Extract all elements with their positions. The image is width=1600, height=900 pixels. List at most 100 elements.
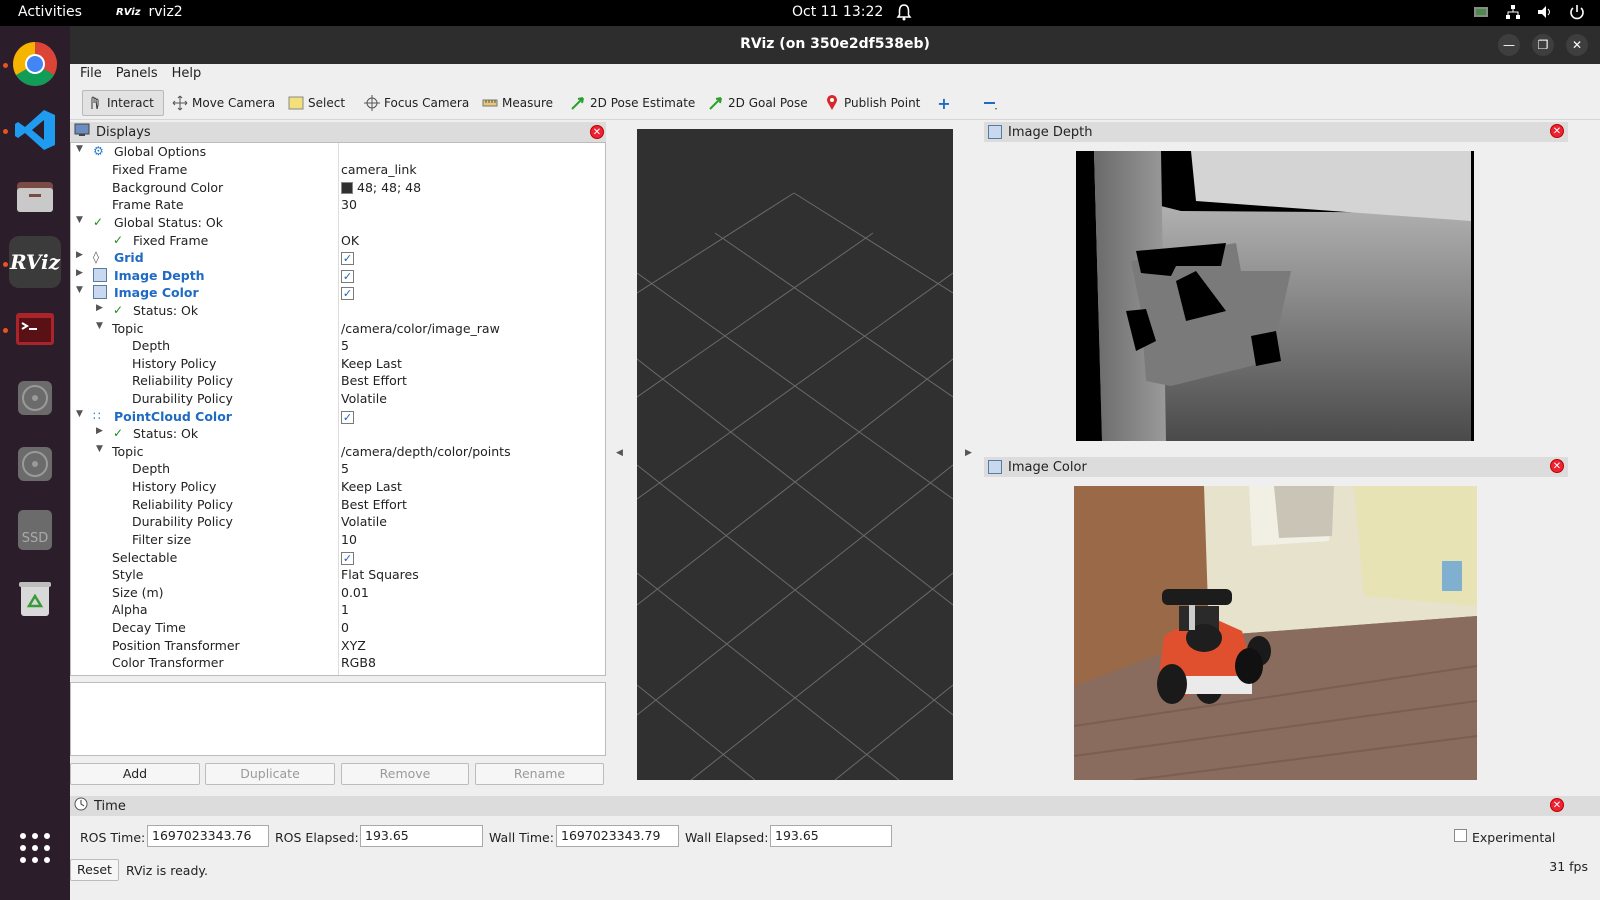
tree-row-size[interactable]: Size (m) 0.01 — [71, 585, 605, 603]
tree-row-global-options[interactable]: ▼ ⚙ Global Options — [71, 144, 605, 162]
close-icon[interactable]: ✕ — [1566, 34, 1588, 56]
tree-row-background-color[interactable]: Background Color 48; 48; 48 — [71, 180, 605, 198]
tree-row-decay[interactable]: Decay Time 0 — [71, 620, 605, 638]
tree-value[interactable]: Best Effort — [341, 497, 407, 512]
tree-value[interactable]: Volatile — [341, 514, 387, 529]
expand-arrow-icon[interactable]: ▼ — [96, 321, 103, 331]
wall-time-field[interactable]: 1697023343.79 — [556, 825, 679, 847]
tree-value[interactable]: XYZ — [341, 638, 366, 653]
window-titlebar[interactable]: RViz (on 350e2df538eb) — ❐ ✕ — [70, 26, 1600, 64]
tree-value[interactable]: 10 — [341, 532, 357, 547]
tree-value[interactable]: 1 — [341, 602, 349, 617]
tree-value[interactable]: Flat Squares — [341, 567, 419, 582]
tree-value[interactable]: /camera/depth/color/points — [341, 444, 511, 459]
tree-row-pc-reliability[interactable]: Reliability Policy Best Effort — [71, 497, 605, 515]
menu-file[interactable]: File — [80, 64, 102, 84]
collapse-arrow-icon[interactable]: ▶ — [96, 303, 103, 313]
tree-value[interactable]: 0.01 — [341, 585, 369, 600]
ssd-drive-icon[interactable]: SSD — [9, 504, 61, 556]
add-button[interactable]: Add — [70, 763, 200, 785]
tree-value[interactable]: 5 — [341, 338, 349, 353]
expand-arrow-icon[interactable]: ▼ — [96, 444, 103, 454]
3d-render-view[interactable] — [636, 129, 954, 781]
tree-value[interactable]: 5 — [341, 461, 349, 476]
expand-arrow-icon[interactable]: ▼ — [76, 215, 83, 225]
tree-row-pointcloud[interactable]: ▼ ∷ PointCloud Color ✓ — [71, 409, 605, 427]
menu-panels[interactable]: Panels — [116, 64, 158, 84]
tree-value[interactable]: /camera/color/image_raw — [341, 321, 500, 336]
tree-row-image-color-topic[interactable]: ▼ Topic /camera/color/image_raw — [71, 321, 605, 339]
collapse-arrow-icon[interactable]: ▶ — [96, 426, 103, 436]
tree-value[interactable]: 30 — [341, 197, 357, 212]
color-value[interactable]: 48; 48; 48 — [341, 180, 421, 195]
collapse-arrow-icon[interactable]: ▶ — [76, 250, 83, 260]
goal-pose-tool[interactable]: 2D Goal Pose — [704, 90, 812, 116]
experimental-checkbox[interactable] — [1454, 829, 1467, 842]
clock[interactable]: Oct 11 13:22 — [792, 4, 883, 20]
close-icon[interactable]: ✕ — [590, 125, 604, 139]
show-apps-icon[interactable] — [9, 822, 61, 874]
remove-tool-button[interactable] — [978, 90, 1002, 116]
tree-value[interactable]: camera_link — [341, 162, 417, 177]
tree-row-global-status[interactable]: ▼ ✓ Global Status: Ok — [71, 215, 605, 233]
tree-row-pc-depth[interactable]: Depth 5 — [71, 461, 605, 479]
tree-row-position-transformer[interactable]: Position Transformer XYZ — [71, 638, 605, 656]
tree-row-pointcloud-topic[interactable]: ▼ Topic /camera/depth/color/points — [71, 444, 605, 462]
reset-button[interactable]: Reset — [70, 859, 119, 881]
move-camera-tool[interactable]: Move Camera — [168, 90, 279, 116]
tree-value[interactable]: Keep Last — [341, 479, 402, 494]
tree-row-style[interactable]: Style Flat Squares — [71, 567, 605, 585]
disc-icon[interactable] — [9, 372, 61, 424]
remove-button[interactable]: Remove — [341, 763, 469, 785]
tree-value[interactable]: RGB8 — [341, 655, 376, 670]
ros-elapsed-field[interactable]: 193.65 — [360, 825, 483, 847]
vscode-icon[interactable] — [9, 104, 61, 156]
active-app-menu[interactable]: RViz rviz2 — [116, 4, 183, 20]
tree-row-fixed-frame-status[interactable]: ✓ Fixed Frame OK — [71, 233, 605, 251]
tree-row-image-depth[interactable]: ▶ Image Depth ✓ — [71, 268, 605, 286]
files-icon[interactable] — [9, 170, 61, 222]
tree-row-ic-depth[interactable]: Depth 5 — [71, 338, 605, 356]
wall-elapsed-field[interactable]: 193.65 — [770, 825, 892, 847]
screen-share-icon[interactable] — [1472, 3, 1490, 21]
tree-row-image-color[interactable]: ▼ Image Color ✓ — [71, 285, 605, 303]
tree-value[interactable]: Volatile — [341, 391, 387, 406]
maximize-icon[interactable]: ❐ — [1532, 34, 1554, 56]
grid-enabled-checkbox[interactable]: ✓ — [341, 250, 354, 265]
close-icon[interactable]: ✕ — [1550, 459, 1564, 473]
tree-value[interactable]: Best Effort — [341, 373, 407, 388]
bell-icon[interactable] — [896, 3, 912, 21]
expand-arrow-icon[interactable]: ▼ — [76, 409, 83, 419]
expand-arrow-icon[interactable]: ▼ — [76, 285, 83, 295]
tree-row-pc-history[interactable]: History Policy Keep Last — [71, 479, 605, 497]
collapse-arrow-icon[interactable]: ▶ — [76, 268, 83, 278]
tree-row-pc-filter[interactable]: Filter size 10 — [71, 532, 605, 550]
tree-row-ic-durability[interactable]: Durability Policy Volatile — [71, 391, 605, 409]
pointcloud-enabled-checkbox[interactable]: ✓ — [341, 409, 354, 424]
menu-help[interactable]: Help — [172, 64, 202, 84]
terminal-icon[interactable] — [9, 304, 61, 356]
rename-button[interactable]: Rename — [475, 763, 604, 785]
focus-camera-tool[interactable]: Focus Camera — [360, 90, 473, 116]
trash-icon[interactable] — [9, 572, 61, 624]
collapse-left-icon[interactable]: ◀ — [616, 448, 623, 458]
measure-tool[interactable]: Measure — [478, 90, 557, 116]
tree-value[interactable]: Keep Last — [341, 356, 402, 371]
collapse-right-icon[interactable]: ▶ — [965, 448, 972, 458]
tree-row-fixed-frame[interactable]: Fixed Frame camera_link — [71, 162, 605, 180]
publish-point-tool[interactable]: Publish Point — [820, 90, 924, 116]
add-tool-button[interactable]: + — [932, 90, 956, 116]
tree-row-color-transformer[interactable]: Color Transformer RGB8 — [71, 655, 605, 673]
tree-row-frame-rate[interactable]: Frame Rate 30 — [71, 197, 605, 215]
tree-value[interactable]: 0 — [341, 620, 349, 635]
power-icon[interactable] — [1568, 3, 1586, 21]
tree-row-ic-reliability[interactable]: Reliability Policy Best Effort — [71, 373, 605, 391]
tree-row-alpha[interactable]: Alpha 1 — [71, 602, 605, 620]
tree-row-pointcloud-status[interactable]: ▶ ✓ Status: Ok — [71, 426, 605, 444]
rviz-dock-icon[interactable]: RViz — [9, 236, 61, 288]
disc-icon[interactable] — [9, 438, 61, 490]
image-color-enabled-checkbox[interactable]: ✓ — [341, 285, 354, 300]
pose-estimate-tool[interactable]: 2D Pose Estimate — [566, 90, 699, 116]
tree-row-image-color-status[interactable]: ▶ ✓ Status: Ok — [71, 303, 605, 321]
interact-tool[interactable]: Interact — [82, 90, 164, 116]
